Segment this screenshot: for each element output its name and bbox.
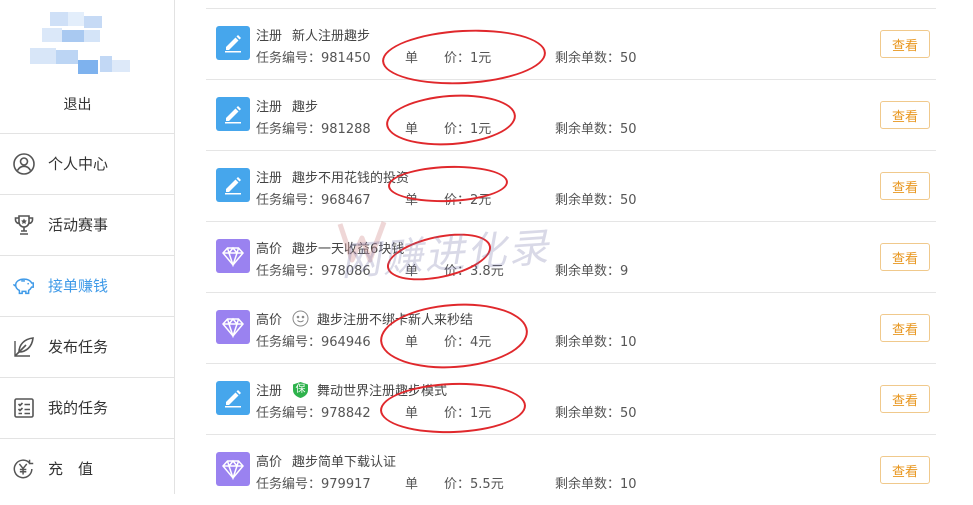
task-category: 高价 <box>256 313 283 328</box>
sidebar-item-my-tasks[interactable]: 我的任务 <box>0 377 174 437</box>
task-remain: 50 <box>620 193 637 208</box>
yen-coin-icon <box>12 457 36 481</box>
sidebar-item-events[interactable]: 活动赛事 <box>0 194 174 254</box>
task-row[interactable]: 高价 趣步一天收益6块钱 任务编号：978086 单 价：3.8元 剩余单数：9 … <box>206 221 936 292</box>
view-button[interactable]: 查看 <box>880 30 930 58</box>
sidebar-item-label: 我的任务 <box>48 399 109 417</box>
task-number-label: 任务编号： <box>256 406 322 421</box>
task-category: 注册 <box>256 29 283 44</box>
diamond-icon <box>216 452 250 486</box>
view-button[interactable]: 查看 <box>880 314 930 342</box>
sidebar-item-label: 发布任务 <box>48 338 109 356</box>
task-list-icon <box>12 396 36 420</box>
sidebar-item-label: 个人中心 <box>48 155 109 173</box>
task-category: 注册 <box>256 100 283 115</box>
task-row[interactable]: 注册 保 舞动世界注册趣步模式 任务编号：978842 单 价：1元 剩余单数：… <box>206 363 936 434</box>
view-button[interactable]: 查看 <box>880 172 930 200</box>
task-remain-label: 剩余单数： <box>555 122 621 137</box>
sidebar: 退出 个人中心 活动赛事 接单赚钱 发布任务 我的任务 充 值 <box>0 0 175 494</box>
trophy-icon <box>12 213 36 237</box>
diamond-icon <box>216 310 250 344</box>
task-title: 趣步 <box>292 100 319 115</box>
task-row[interactable]: 注册 新人注册趣步 任务编号：981450 单 价：1元 剩余单数：50 查看 <box>206 8 936 79</box>
pen-icon <box>216 97 250 131</box>
shield-guarantee-icon: 保 <box>292 381 309 399</box>
task-remain-label: 剩余单数： <box>555 406 621 421</box>
sidebar-item-earn-money[interactable]: 接单赚钱 <box>0 255 174 315</box>
task-remain-label: 剩余单数： <box>555 193 621 208</box>
sidebar-item-recharge[interactable]: 充 值 <box>0 438 174 498</box>
task-number-label: 任务编号： <box>256 122 322 137</box>
task-row[interactable]: 注册 趣步不用花钱的投资 任务编号：968467 单 价：2元 剩余单数：50 查… <box>206 150 936 221</box>
task-number-label: 任务编号： <box>256 193 322 208</box>
task-category: 高价 <box>256 242 283 257</box>
task-number: 978842 <box>321 406 371 421</box>
pen-icon <box>216 381 250 415</box>
guarantee-badge-text: 保 <box>295 383 306 395</box>
sidebar-item-label: 充 值 <box>48 460 94 478</box>
view-button[interactable]: 查看 <box>880 385 930 413</box>
task-remain: 50 <box>620 406 637 421</box>
logout-link[interactable]: 退出 <box>0 94 155 114</box>
task-remain: 50 <box>620 51 637 66</box>
task-number-label: 任务编号： <box>256 264 322 279</box>
task-remain: 10 <box>620 335 637 350</box>
view-button[interactable]: 查看 <box>880 243 930 271</box>
task-row[interactable]: 高价 趣步注册不绑卡新人来秒结 任务编号：964946 单 价：4元 剩余单数：… <box>206 292 936 363</box>
task-category: 注册 <box>256 171 283 186</box>
task-number-label: 任务编号： <box>256 335 322 350</box>
task-remain-label: 剩余单数： <box>555 477 621 492</box>
task-remain: 9 <box>620 264 629 279</box>
task-number-label: 任务编号： <box>256 51 322 66</box>
task-row[interactable]: 高价 趣步简单下载认证 任务编号：979917 单 价：5.5元 剩余单数：10 … <box>206 434 936 505</box>
task-title: 趣步简单下载认证 <box>292 455 397 470</box>
sidebar-item-label: 活动赛事 <box>48 216 109 234</box>
task-number: 964946 <box>321 335 371 350</box>
task-price: 5.5元 <box>470 477 504 492</box>
smiley-icon <box>292 310 309 327</box>
task-remain: 10 <box>620 477 637 492</box>
sidebar-item-personal-center[interactable]: 个人中心 <box>0 133 174 193</box>
task-price-label: 单 价： <box>405 477 471 492</box>
task-price: 3.8元 <box>470 264 504 279</box>
task-row[interactable]: 注册 趣步 任务编号：981288 单 价：1元 剩余单数：50 查看 <box>206 79 936 150</box>
task-remain-label: 剩余单数： <box>555 51 621 66</box>
view-button[interactable]: 查看 <box>880 456 930 484</box>
task-remain: 50 <box>620 122 637 137</box>
task-number: 978086 <box>321 264 371 279</box>
task-number: 981450 <box>321 51 371 66</box>
task-number: 981288 <box>321 122 371 137</box>
view-button[interactable]: 查看 <box>880 101 930 129</box>
task-category: 高价 <box>256 455 283 470</box>
avatar[interactable] <box>20 8 135 78</box>
sidebar-item-label: 接单赚钱 <box>48 277 109 295</box>
task-category: 注册 <box>256 384 283 399</box>
sidebar-item-publish-task[interactable]: 发布任务 <box>0 316 174 376</box>
task-title: 新人注册趣步 <box>292 29 371 44</box>
diamond-icon <box>216 239 250 273</box>
piggy-bank-icon <box>12 274 36 298</box>
user-icon <box>12 152 36 176</box>
feather-icon <box>12 335 36 359</box>
pen-icon <box>216 168 250 202</box>
task-remain-label: 剩余单数： <box>555 335 621 350</box>
task-remain-label: 剩余单数： <box>555 264 621 279</box>
pen-icon <box>216 26 250 60</box>
task-number: 979917 <box>321 477 371 492</box>
task-number: 968467 <box>321 193 371 208</box>
task-title: 趣步一天收益6块钱 <box>292 242 405 257</box>
task-number-label: 任务编号： <box>256 477 322 492</box>
